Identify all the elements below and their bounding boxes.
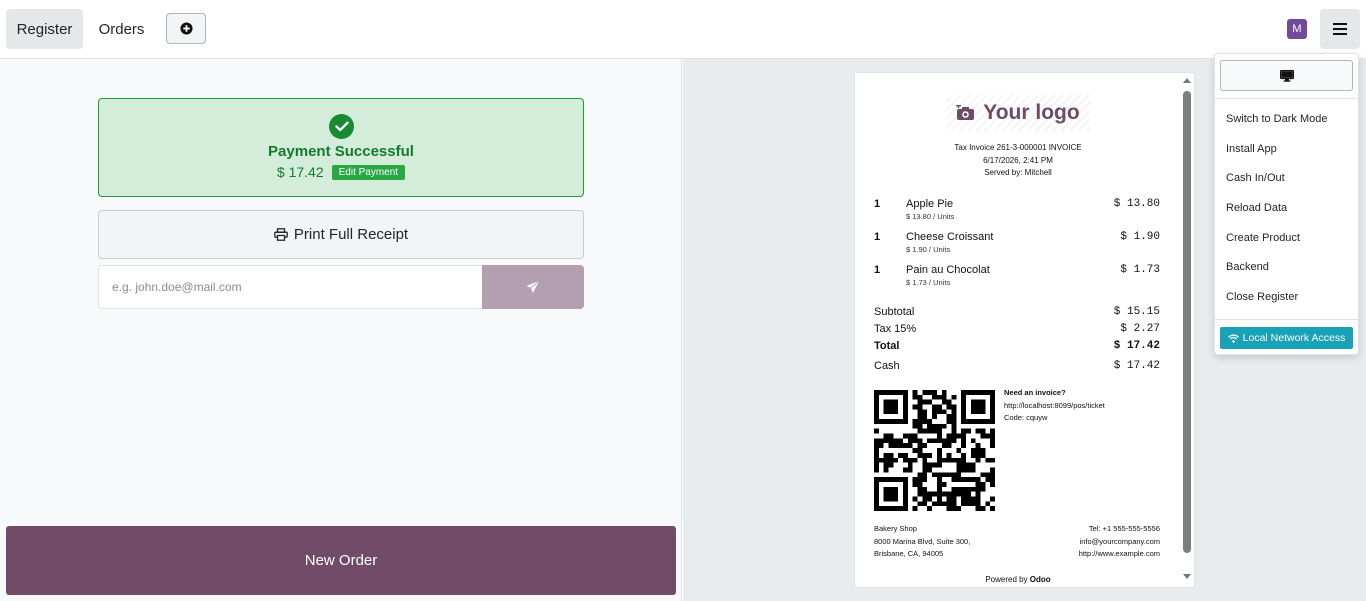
payment-amount: $ 17.42 xyxy=(276,164,324,180)
menu-item-close-register[interactable]: Close Register xyxy=(1226,291,1298,303)
company-website: http://www.example.com xyxy=(1078,549,1160,558)
local-network-access-label: Local Network Access xyxy=(1242,332,1346,344)
payment-amount-line: $ 17.42 Edit Payment xyxy=(99,164,583,180)
receipt-tax-label: Tax 15% xyxy=(874,323,917,335)
company-phone: Tel: +1 555-555-5556 xyxy=(1088,524,1160,533)
company-name: Bakery Shop xyxy=(874,524,917,533)
receipt-invoice-number: Tax Invoice 261-3-000001 INVOICE xyxy=(954,143,1082,152)
invoice-code: Code: cquyw xyxy=(1004,413,1048,422)
logo-text: Your logo xyxy=(983,101,1080,124)
new-order-tab-button[interactable] xyxy=(166,13,206,44)
receipt-item-name: Cheese Croissant xyxy=(906,231,994,243)
receipt-served-by: Served by: Mitchell xyxy=(984,168,1052,177)
payment-status-card: Payment Successful $ 17.42 Edit Payment xyxy=(98,98,584,197)
payment-screen-left: Payment Successful $ 17.42 Edit Payment … xyxy=(0,59,682,601)
email-receipt-row xyxy=(98,265,584,309)
receipt-subtotal-value: $ 15.15 xyxy=(1113,306,1160,318)
tab-orders[interactable]: Orders xyxy=(90,9,153,49)
send-email-button[interactable] xyxy=(482,265,584,309)
plus-circle-icon xyxy=(179,22,193,35)
receipt-scrollbar[interactable] xyxy=(1180,73,1194,587)
user-avatar[interactable]: M xyxy=(1287,19,1307,39)
local-network-access-button[interactable]: Local Network Access xyxy=(1220,327,1353,349)
camera-plus-icon xyxy=(956,105,975,120)
print-full-receipt-button[interactable]: Print Full Receipt xyxy=(98,210,584,259)
receipt-paper[interactable]: Your logo Tax Invoice 261-3-000001 INVOI… xyxy=(854,72,1195,588)
company-address-line2: Brisbane, CA, 94005 xyxy=(874,549,944,558)
menu-item-backend[interactable]: Backend xyxy=(1226,261,1269,273)
menu-divider xyxy=(1215,98,1358,99)
check-circle-icon xyxy=(329,114,354,139)
receipt-item-name: Pain au Chocolat xyxy=(906,264,990,276)
company-logo: Your logo xyxy=(946,95,1090,131)
receipt-item-unit-price: $ 1.73 / Units xyxy=(906,278,951,287)
main-menu-dropdown: Switch to Dark Mode Install App Cash In/… xyxy=(1214,53,1359,355)
receipt-item-qty: 1 xyxy=(874,231,881,243)
menu-item-cash-in-out[interactable]: Cash In/Out xyxy=(1226,172,1285,184)
receipt-item-qty: 1 xyxy=(874,264,881,276)
edit-payment-button[interactable]: Edit Payment xyxy=(331,164,406,180)
paper-plane-icon xyxy=(526,280,540,293)
payment-status-title: Payment Successful xyxy=(268,143,414,160)
new-order-button[interactable]: New Order xyxy=(6,526,676,595)
menu-item-reload-data[interactable]: Reload Data xyxy=(1226,202,1287,214)
receipt-item-unit-price: $ 1.90 / Units xyxy=(906,245,951,254)
receipt-item-name: Apple Pie xyxy=(906,198,954,210)
powered-by-prefix: Powered by xyxy=(985,575,1028,584)
receipt-total-label: Total xyxy=(874,340,900,352)
invoice-qr-code xyxy=(874,390,995,511)
invoice-prompt: Need an invoice? xyxy=(1004,388,1066,397)
menu-item-create-product[interactable]: Create Product xyxy=(1226,232,1300,244)
receipt-total-value: $ 17.42 xyxy=(1113,340,1160,352)
monitor-icon xyxy=(1279,69,1294,82)
receipt-payment-amount: $ 17.42 xyxy=(1113,360,1160,372)
top-navbar: Register Orders M xyxy=(0,0,1366,59)
print-button-label: Print Full Receipt xyxy=(293,226,409,243)
scroll-down-arrow-icon[interactable] xyxy=(1183,574,1191,579)
menu-toggle-button[interactable] xyxy=(1320,9,1360,49)
menu-item-dark-mode[interactable]: Switch to Dark Mode xyxy=(1226,113,1327,125)
scrollbar-thumb[interactable] xyxy=(1183,91,1191,553)
tab-register[interactable]: Register xyxy=(6,9,83,49)
company-email: info@yourcompany.com xyxy=(1079,537,1160,546)
email-input[interactable] xyxy=(98,265,482,309)
company-address-line1: 8000 Marina Blvd, Suite 300, xyxy=(874,537,971,546)
receipt-item-qty: 1 xyxy=(874,198,881,210)
customer-display-button[interactable] xyxy=(1220,60,1353,91)
printer-icon xyxy=(274,228,288,241)
wifi-icon xyxy=(1227,333,1239,343)
menu-item-install-app[interactable]: Install App xyxy=(1226,143,1277,155)
receipt-tax-value: $ 2.27 xyxy=(1120,323,1160,335)
receipt-item-price: $ 13.80 xyxy=(1113,198,1160,210)
receipt-subtotal-label: Subtotal xyxy=(874,306,915,318)
receipt-item-unit-price: $ 13.80 / Units xyxy=(906,212,955,221)
receipt-payment-method: Cash xyxy=(874,360,900,372)
scroll-up-arrow-icon[interactable] xyxy=(1183,78,1191,83)
powered-by: Powered by Odoo xyxy=(855,575,1181,584)
receipt-date: 6/17/2026, 2:41 PM xyxy=(983,156,1053,165)
powered-by-brand: Odoo xyxy=(1029,575,1051,584)
menu-divider xyxy=(1215,319,1358,320)
receipt-item-price: $ 1.73 xyxy=(1120,264,1160,276)
receipt-item-price: $ 1.90 xyxy=(1120,231,1160,243)
hamburger-icon xyxy=(1333,23,1347,35)
invoice-url: http://localhost:8099/pos/ticket xyxy=(1004,401,1105,410)
